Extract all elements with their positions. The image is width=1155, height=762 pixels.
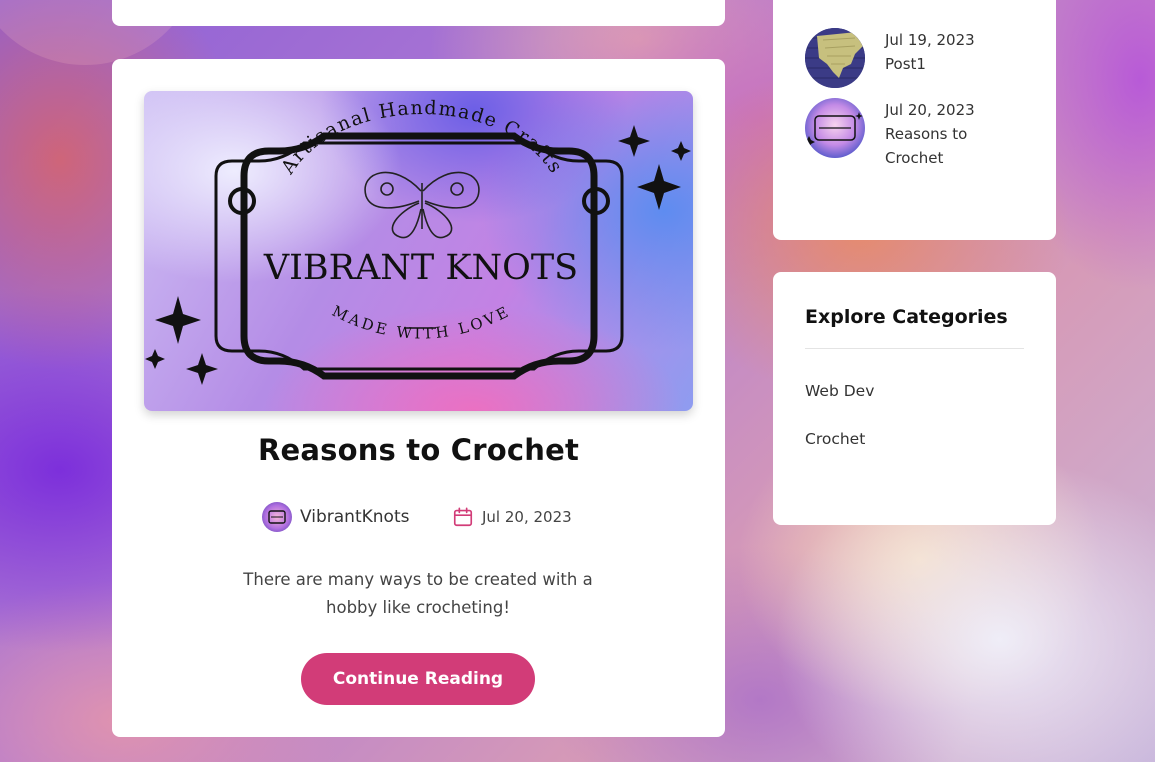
previous-post-card — [112, 0, 725, 26]
categories-widget: Explore Categories Web Dev Crochet — [773, 272, 1056, 525]
vibrant-knots-logo-icon: Artisanal Handmade Crafts VIBRANT KNOTS … — [145, 97, 691, 385]
recent-posts-widget: Jul 19, 2023 Post1 Jul 20, 2023 Reasons … — [773, 0, 1056, 240]
post-excerpt: There are many ways to be created with a… — [243, 570, 593, 617]
categories-divider — [805, 348, 1024, 349]
recent-post-date: Jul 20, 2023 — [885, 101, 975, 119]
svg-text:MADE WITH LOVE: MADE WITH LOVE — [329, 302, 513, 343]
crochet-thumbnail-icon[interactable] — [805, 28, 865, 88]
recent-post-item[interactable]: Jul 20, 2023 Reasons to Crochet — [805, 98, 995, 170]
post-title[interactable]: Reasons to Crochet — [112, 433, 725, 467]
categories-heading: Explore Categories — [805, 306, 1008, 328]
post-date: Jul 20, 2023 — [452, 502, 572, 532]
recent-post-date: Jul 19, 2023 — [885, 31, 975, 49]
calendar-icon — [453, 507, 473, 527]
recent-post-title[interactable]: Reasons to Crochet — [885, 122, 995, 170]
post-date-text: Jul 20, 2023 — [482, 508, 572, 526]
logo-title: VIBRANT KNOTS — [263, 248, 578, 288]
continue-reading-button[interactable]: Continue Reading — [301, 653, 535, 705]
author-avatar-icon — [262, 502, 292, 532]
post-author[interactable]: VibrantKnots — [262, 502, 409, 532]
author-name[interactable]: VibrantKnots — [300, 507, 409, 527]
post-featured-image[interactable]: Artisanal Handmade Crafts VIBRANT KNOTS … — [144, 91, 693, 411]
post-card: Artisanal Handmade Crafts VIBRANT KNOTS … — [112, 59, 725, 737]
category-link-crochet[interactable]: Crochet — [805, 430, 865, 448]
vibrant-knots-thumbnail-icon[interactable] — [805, 98, 865, 158]
recent-post-item[interactable]: Jul 19, 2023 Post1 — [805, 28, 995, 88]
category-link-web-dev[interactable]: Web Dev — [805, 382, 874, 400]
recent-post-title[interactable]: Post1 — [885, 52, 995, 76]
